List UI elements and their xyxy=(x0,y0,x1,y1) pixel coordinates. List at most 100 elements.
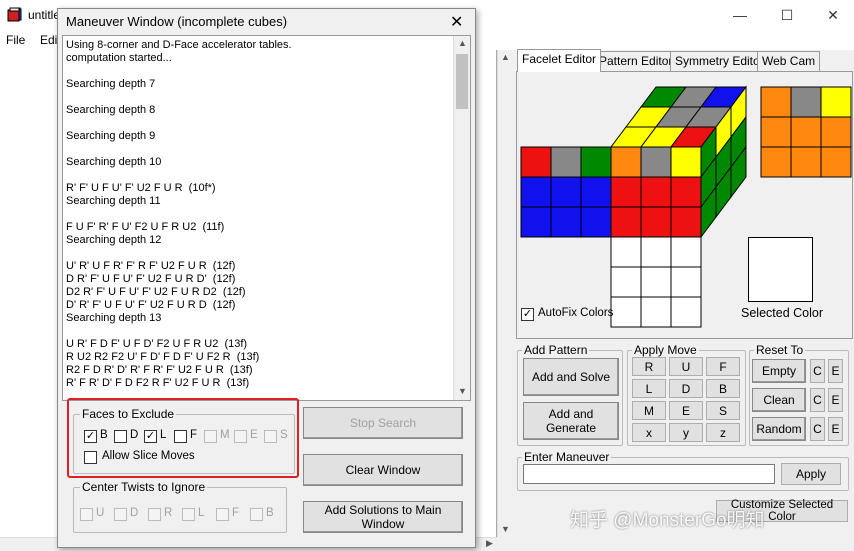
maximize-button[interactable]: ☐ xyxy=(764,0,810,30)
facelet-sticker[interactable] xyxy=(670,236,702,268)
reset-to-legend: Reset To xyxy=(754,343,806,357)
facelet-sticker[interactable] xyxy=(640,146,672,178)
reset-clean-button[interactable]: Clean xyxy=(752,388,806,412)
tab-pattern-editor[interactable]: Pattern Editor xyxy=(594,51,678,71)
facelet-sticker[interactable] xyxy=(820,116,852,148)
facelet-sticker[interactable] xyxy=(610,206,642,238)
stop-search-button[interactable]: Stop Search xyxy=(303,407,463,439)
facelet-sticker[interactable] xyxy=(670,296,702,328)
facelet-sticker[interactable] xyxy=(790,146,822,178)
move-button-L[interactable]: L xyxy=(632,379,666,398)
facelet-sticker[interactable] xyxy=(760,116,792,148)
reset-random-button[interactable]: Random xyxy=(752,417,806,441)
twist-R-checkbox[interactable] xyxy=(148,508,161,521)
move-button-D[interactable]: D xyxy=(669,379,703,398)
facelet-sticker[interactable] xyxy=(580,176,612,208)
facelet-sticker[interactable] xyxy=(640,296,672,328)
facelet-sticker[interactable] xyxy=(520,206,552,238)
move-button-z[interactable]: z xyxy=(706,423,740,442)
twist-D-label: D xyxy=(130,507,139,519)
center-twists-legend: Center Twists to Ignore xyxy=(80,480,208,494)
close-button[interactable]: ✕ xyxy=(810,0,854,30)
facelet-sticker[interactable] xyxy=(670,266,702,298)
reset-empty-button[interactable]: Empty xyxy=(752,359,806,383)
output-scroll-thumb[interactable] xyxy=(456,54,468,109)
facelet-sticker[interactable] xyxy=(760,86,792,118)
reset-to-group: Reset To Empty C E Clean C E Random C E xyxy=(749,343,849,446)
autofix-checkbox[interactable]: ✓ xyxy=(521,308,534,321)
apply-button[interactable]: Apply xyxy=(781,463,841,485)
facelet-sticker[interactable] xyxy=(670,206,702,238)
maneuver-close-button[interactable]: ✕ xyxy=(450,12,463,32)
add-solutions-button[interactable]: Add Solutions to Main Window xyxy=(303,501,463,533)
facelet-sticker[interactable] xyxy=(640,176,672,208)
minimize-button[interactable]: — xyxy=(717,0,763,30)
twist-U-checkbox[interactable] xyxy=(80,508,93,521)
facelet-sticker[interactable] xyxy=(610,296,642,328)
facelet-sticker[interactable] xyxy=(580,146,612,178)
main-vertical-scrollbar[interactable]: ▲ ▼ xyxy=(497,50,514,537)
reset-random-e-button[interactable]: E xyxy=(828,417,843,441)
add-and-solve-button[interactable]: Add and Solve xyxy=(523,358,619,396)
tab-symmetry-editor[interactable]: Symmetry Editor xyxy=(670,51,769,71)
move-button-F[interactable]: F xyxy=(706,357,740,376)
facelet-sticker[interactable] xyxy=(610,176,642,208)
facelet-sticker[interactable] xyxy=(640,266,672,298)
selected-color-label: Selected Color xyxy=(741,306,823,320)
twist-D-checkbox[interactable] xyxy=(114,508,127,521)
facelet-sticker[interactable] xyxy=(670,146,702,178)
move-button-B[interactable]: B xyxy=(706,379,740,398)
maneuver-input[interactable] xyxy=(523,464,775,484)
enter-maneuver-legend: Enter Maneuver xyxy=(522,450,612,464)
menu-file[interactable]: File xyxy=(6,33,25,47)
move-button-S[interactable]: S xyxy=(706,401,740,420)
reset-clean-c-button[interactable]: C xyxy=(810,388,825,412)
reset-empty-c-button[interactable]: C xyxy=(810,359,825,383)
facelet-sticker[interactable] xyxy=(640,236,672,268)
selected-color-swatch[interactable] xyxy=(748,237,813,302)
facelet-sticker[interactable] xyxy=(760,146,792,178)
center-twists-group: Center Twists to Ignore U D R L F B xyxy=(73,480,287,533)
maneuver-output-area[interactable]: Using 8-corner and D-Face accelerator ta… xyxy=(62,35,471,401)
clear-window-button[interactable]: Clear Window xyxy=(303,454,463,486)
facelet-sticker[interactable] xyxy=(520,176,552,208)
facelet-sticker[interactable] xyxy=(550,176,582,208)
reset-random-c-button[interactable]: C xyxy=(810,417,825,441)
scroll-up-icon[interactable]: ▲ xyxy=(501,52,510,62)
facelet-sticker[interactable] xyxy=(550,146,582,178)
facelet-sticker[interactable] xyxy=(820,86,852,118)
facelet-sticker[interactable] xyxy=(640,206,672,238)
facelet-sticker[interactable] xyxy=(610,146,642,178)
tab-web-cam[interactable]: Web Cam xyxy=(757,51,821,71)
facelet-sticker[interactable] xyxy=(610,266,642,298)
facelet-sticker[interactable] xyxy=(610,236,642,268)
move-button-R[interactable]: R xyxy=(632,357,666,376)
move-button-M[interactable]: M xyxy=(632,401,666,420)
scroll-right-icon[interactable]: ▶ xyxy=(486,538,493,549)
facelet-sticker[interactable] xyxy=(550,206,582,238)
twist-F-checkbox[interactable] xyxy=(216,508,229,521)
facelet-sticker[interactable] xyxy=(580,206,612,238)
scroll-down-icon[interactable]: ▼ xyxy=(501,524,510,534)
output-scroll-down-icon[interactable]: ▼ xyxy=(458,386,467,396)
twist-B-checkbox[interactable] xyxy=(250,508,263,521)
reset-empty-e-button[interactable]: E xyxy=(828,359,843,383)
facelet-sticker[interactable] xyxy=(520,146,552,178)
move-button-U[interactable]: U xyxy=(669,357,703,376)
maneuver-output-scrollbar[interactable]: ▲ ▼ xyxy=(453,36,470,400)
facelet-sticker[interactable] xyxy=(790,86,822,118)
move-button-y[interactable]: y xyxy=(669,423,703,442)
tab-facelet-editor[interactable]: Facelet Editor xyxy=(517,49,602,72)
facelet-sticker[interactable] xyxy=(820,146,852,178)
add-and-generate-button[interactable]: Add and Generate xyxy=(523,402,619,440)
reset-clean-e-button[interactable]: E xyxy=(828,388,843,412)
move-button-E[interactable]: E xyxy=(669,401,703,420)
move-button-x[interactable]: x xyxy=(632,423,666,442)
output-scroll-up-icon[interactable]: ▲ xyxy=(458,38,467,48)
facelet-sticker[interactable] xyxy=(670,176,702,208)
output-line: Searching depth 13 xyxy=(66,312,162,324)
twist-L-checkbox[interactable] xyxy=(182,508,195,521)
facelet-sticker[interactable] xyxy=(790,116,822,148)
